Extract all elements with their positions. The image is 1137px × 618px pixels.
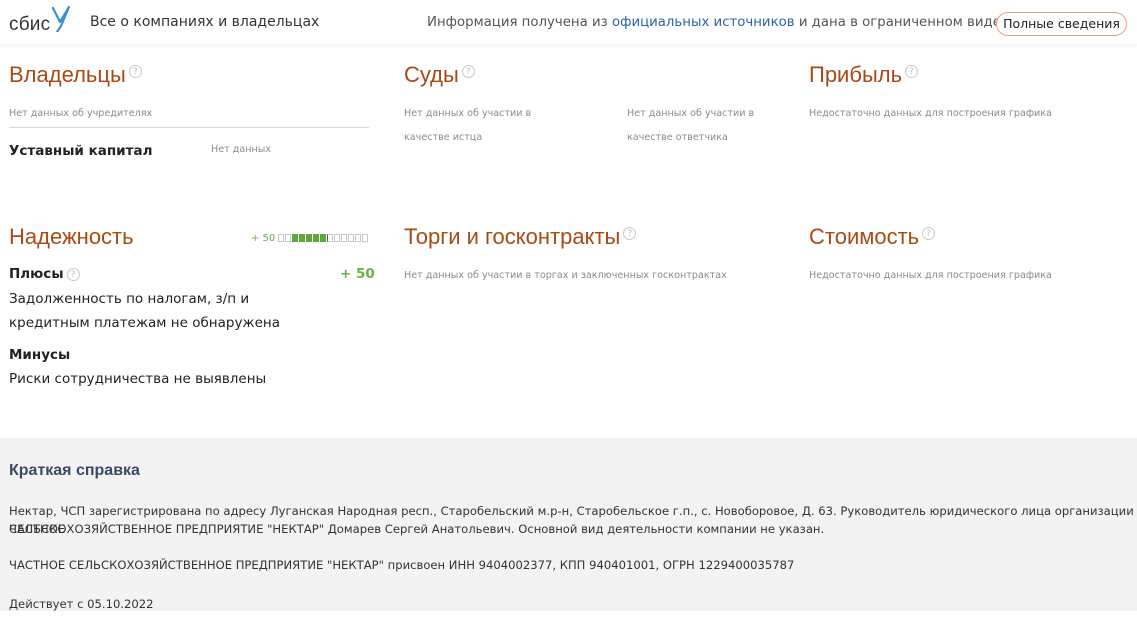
reliability-title: Надежность xyxy=(9,224,134,249)
reliability-scale xyxy=(278,234,368,242)
reliability-scale-cell xyxy=(348,234,354,242)
value-note: Недостаточно данных для построения графи… xyxy=(809,270,1052,281)
owners-title: Владельцы xyxy=(9,62,126,87)
courts-defendant-line2: качестве ответчика xyxy=(627,132,728,143)
reliability-scale-cell xyxy=(327,234,333,242)
profit-section-title: Прибыль? xyxy=(809,62,919,88)
profit-note: Недостаточно данных для построения графи… xyxy=(809,108,1052,119)
plus-section-label: Плюсы? xyxy=(9,266,80,282)
plus-label: Плюсы xyxy=(9,266,64,282)
info-notice: Информация получена из официальных источ… xyxy=(427,15,1001,30)
reliability-scale-cell xyxy=(355,234,361,242)
top-header: сбис Все о компаниях и владельцах Информ… xyxy=(0,0,1137,44)
summary-paragraph2: ЧАСТНОЕ СЕЛЬСКОХОЗЯЙСТВЕННОЕ ПРЕДПРИЯТИЕ… xyxy=(9,558,795,572)
tenders-section-title: Торги и госконтракты? xyxy=(404,224,637,250)
header-tagline: Все о компаниях и владельцах xyxy=(90,14,320,30)
capital-label: Уставный капитал xyxy=(9,143,153,159)
summary-title: Краткая справка xyxy=(9,462,140,479)
help-icon[interactable]: ? xyxy=(922,227,936,240)
reliability-scale-cell xyxy=(285,234,291,242)
reliability-scale-cell xyxy=(278,234,284,242)
info-suffix: и дана в ограниченном виде xyxy=(798,15,1001,30)
capital-value: Нет данных xyxy=(211,144,272,155)
help-icon[interactable]: ? xyxy=(66,268,80,281)
reliability-scale-cell xyxy=(313,234,319,242)
value-title: Стоимость xyxy=(809,224,920,249)
courts-plaintiff-line1: Нет данных об участии в xyxy=(404,108,532,119)
help-icon[interactable]: ? xyxy=(905,65,919,78)
official-sources-link[interactable]: официальных источников xyxy=(612,15,795,30)
logo-text: сбис xyxy=(9,14,51,35)
info-prefix: Информация получена из xyxy=(427,15,608,30)
reliability-scale-cell xyxy=(320,234,326,242)
plus-text-line1: Задолженность по налогам, з/п и xyxy=(9,291,250,307)
reliability-scale-cell xyxy=(306,234,312,242)
plus-score: + 50 xyxy=(340,266,375,282)
reliability-scale-cell xyxy=(341,234,347,242)
value-section-title: Стоимость? xyxy=(809,224,936,250)
courts-section-title: Суды? xyxy=(404,62,475,88)
reliability-score: + 50 xyxy=(251,233,276,244)
help-icon[interactable]: ? xyxy=(623,227,637,240)
full-info-button[interactable]: Полные сведения xyxy=(996,12,1127,36)
reliability-scale-cell xyxy=(299,234,305,242)
courts-defendant-line1: Нет данных об участии в xyxy=(627,108,755,119)
help-icon[interactable]: ? xyxy=(128,65,142,78)
plus-text-line2: кредитным платежам не обнаружена xyxy=(9,315,281,331)
active-since: Действует с 05.10.2022 xyxy=(9,597,154,611)
reliability-scale-cell xyxy=(362,234,368,242)
minus-label: Минусы xyxy=(9,347,71,363)
profit-title: Прибыль xyxy=(809,62,903,87)
reliability-scale-cell xyxy=(292,234,298,242)
tenders-note: Нет данных об участии в торгах и заключе… xyxy=(404,270,727,281)
reliability-scale-cell xyxy=(334,234,340,242)
help-icon[interactable]: ? xyxy=(461,65,475,78)
tenders-title: Торги и госконтракты xyxy=(404,224,621,249)
reliability-section-title: Надежность xyxy=(9,224,134,250)
no-founders-text: Нет данных об учредителях xyxy=(9,108,153,119)
logo-check-icon xyxy=(52,6,71,32)
owners-section-title: Владельцы? xyxy=(9,62,142,88)
owners-divider xyxy=(9,127,369,128)
minus-text: Риски сотрудничества не выявлены xyxy=(9,371,267,387)
sbis-logo[interactable]: сбис xyxy=(9,6,71,36)
summary-paragraph1-line2: СЕЛЬСКОХОЗЯЙСТВЕННОЕ ПРЕДПРИЯТИЕ "НЕКТАР… xyxy=(9,522,825,536)
courts-title: Суды xyxy=(404,62,459,87)
courts-plaintiff-line2: качестве истца xyxy=(404,132,483,143)
